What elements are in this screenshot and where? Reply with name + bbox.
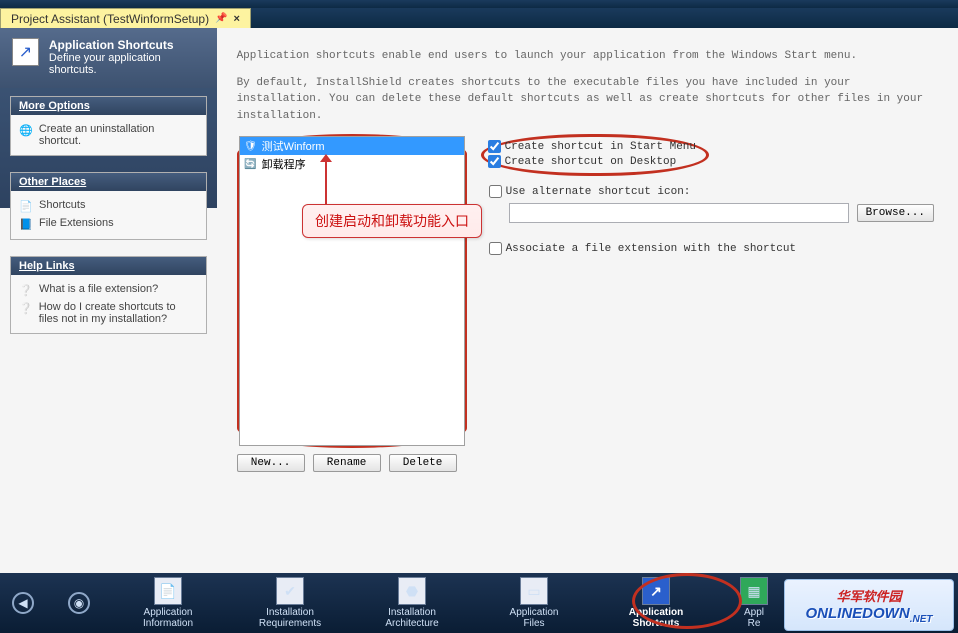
nav-label-2: Architecture	[385, 618, 438, 629]
content-area: Application shortcuts enable end users t…	[217, 28, 958, 573]
file-ext-icon: 📘	[19, 217, 33, 231]
delete-button[interactable]: Delete	[389, 454, 457, 472]
create-uninstall-shortcut-link[interactable]: 🌐 Create an uninstallation shortcut.	[19, 121, 198, 149]
shortcut-listbox[interactable]: 🛡 测试Winform 🔄 卸载程序	[239, 136, 465, 446]
page-title: Application Shortcuts	[49, 38, 205, 52]
list-item[interactable]: 🔄 卸载程序	[240, 155, 464, 173]
associate-ext-checkbox-row[interactable]: Associate a file extension with the shor…	[489, 241, 934, 256]
nav-label-2: Files	[523, 618, 544, 629]
alt-icon-checkbox-row[interactable]: Use alternate shortcut icon:	[489, 184, 934, 199]
watermark: 华军软件园 ONLINEDOWN.NET	[784, 579, 954, 631]
other-places-section: Other Places 📄 Shortcuts 📘 File Extensio…	[10, 172, 207, 240]
app-icon: 🛡	[244, 139, 258, 153]
link-label: Shortcuts	[39, 199, 85, 211]
app-reg-icon: ▦	[740, 577, 768, 605]
nav-back-button[interactable]: ◀	[12, 592, 34, 614]
shortcut-list-column: 🛡 测试Winform 🔄 卸载程序 New... Rename Delete	[237, 134, 467, 472]
page-subtitle: Define your application shortcuts.	[49, 52, 205, 76]
annotation-callout: 创建启动和卸载功能入口	[302, 204, 482, 238]
app-files-icon: ▭	[520, 577, 548, 605]
bottom-nav: ◀ ◉ 📄 Application Information ✔ Installa…	[0, 573, 958, 633]
nav-app-information[interactable]: 📄 Application Information	[124, 577, 212, 629]
sidebar: ↗ Application Shortcuts Define your appl…	[0, 28, 217, 573]
tab-bar: Project Assistant (TestWinformSetup) 📌 ×	[0, 8, 958, 28]
start-menu-checkbox-row[interactable]: Create shortcut in Start Menu	[488, 139, 696, 154]
list-item-label: 卸载程序	[262, 156, 306, 172]
rename-button[interactable]: Rename	[313, 454, 381, 472]
nav-install-requirements[interactable]: ✔ Installation Requirements	[246, 577, 334, 629]
globe-icon: 🌐	[19, 123, 33, 137]
help-icon: ❔	[19, 301, 33, 315]
alt-icon-path-input[interactable]	[509, 203, 849, 223]
help-links-title: Help Links	[11, 257, 206, 275]
desktop-checkbox[interactable]	[488, 155, 501, 168]
other-places-title: Other Places	[11, 173, 206, 191]
start-menu-checkbox[interactable]	[488, 140, 501, 153]
checkbox-label: Create shortcut on Desktop	[505, 156, 677, 168]
new-button[interactable]: New...	[237, 454, 305, 472]
checkbox-label: Use alternate shortcut icon:	[506, 186, 691, 198]
link-label: Create an uninstallation shortcut.	[39, 123, 198, 147]
app-info-icon: 📄	[154, 577, 182, 605]
checkbox-label: Create shortcut in Start Menu	[505, 141, 696, 153]
associate-ext-checkbox[interactable]	[489, 242, 502, 255]
app-shortcuts-icon: ↗	[642, 577, 670, 605]
nav-app-shortcuts[interactable]: ↗ Application Shortcuts	[612, 577, 700, 629]
watermark-cn: 华军软件园	[836, 586, 901, 605]
shortcut-small-icon: 📄	[19, 199, 33, 213]
help-icon: ❔	[19, 283, 33, 297]
more-options-title: More Options	[11, 97, 206, 115]
browse-button[interactable]: Browse...	[857, 204, 934, 222]
header-panel: ↗ Application Shortcuts Define your appl…	[0, 28, 217, 88]
nav-app-registry[interactable]: ▦ Appl Re	[734, 577, 774, 629]
file-extensions-link[interactable]: 📘 File Extensions	[19, 215, 198, 233]
install-arch-icon: ⬣	[398, 577, 426, 605]
close-icon[interactable]: ×	[234, 13, 240, 25]
tab-title: Project Assistant (TestWinformSetup)	[11, 12, 209, 26]
annotation-line	[325, 160, 327, 206]
help-what-is-ext-link[interactable]: ❔ What is a file extension?	[19, 281, 198, 299]
link-label: What is a file extension?	[39, 283, 158, 295]
description-2: By default, InstallShield creates shortc…	[237, 75, 934, 125]
alt-icon-checkbox[interactable]	[489, 185, 502, 198]
desktop-checkbox-row[interactable]: Create shortcut on Desktop	[488, 154, 696, 169]
nav-label-2: Shortcuts	[633, 618, 680, 629]
checkbox-label: Associate a file extension with the shor…	[506, 243, 796, 255]
watermark-en: ONLINEDOWN.NET	[806, 605, 933, 625]
nav-home-button[interactable]: ◉	[68, 592, 90, 614]
link-label: How do I create shortcuts to files not i…	[39, 301, 198, 325]
help-create-shortcuts-link[interactable]: ❔ How do I create shortcuts to files not…	[19, 299, 198, 327]
main-area: ↗ Application Shortcuts Define your appl…	[0, 28, 958, 573]
shortcut-icon: ↗	[12, 38, 39, 66]
header-text: Application Shortcuts Define your applic…	[49, 38, 205, 76]
window-top-bar	[0, 0, 958, 8]
uninstall-icon: 🔄	[244, 157, 258, 171]
link-label: File Extensions	[39, 217, 114, 229]
help-links-section: Help Links ❔ What is a file extension? ❔…	[10, 256, 207, 334]
more-options-section: More Options 🌐 Create an uninstallation …	[10, 96, 207, 156]
list-item-label: 测试Winform	[262, 138, 325, 154]
shortcuts-link[interactable]: 📄 Shortcuts	[19, 197, 198, 215]
nav-label-2: Re	[748, 618, 761, 629]
description-1: Application shortcuts enable end users t…	[237, 48, 934, 65]
nav-app-files[interactable]: ▭ Application Files	[490, 577, 578, 629]
pin-icon[interactable]: 📌	[215, 13, 227, 24]
nav-install-architecture[interactable]: ⬣ Installation Architecture	[368, 577, 456, 629]
shortcut-location-highlight: Create shortcut in Start Menu Create sho…	[481, 134, 709, 176]
project-assistant-tab[interactable]: Project Assistant (TestWinformSetup) 📌 ×	[0, 8, 251, 28]
list-item[interactable]: 🛡 测试Winform	[240, 137, 464, 155]
nav-label-2: Requirements	[259, 618, 321, 629]
nav-label-2: Information	[143, 618, 193, 629]
shortcut-options-column: Create shortcut in Start Menu Create sho…	[485, 134, 934, 472]
shortcut-list-highlight: 🛡 测试Winform 🔄 卸载程序	[237, 134, 467, 448]
install-req-icon: ✔	[276, 577, 304, 605]
